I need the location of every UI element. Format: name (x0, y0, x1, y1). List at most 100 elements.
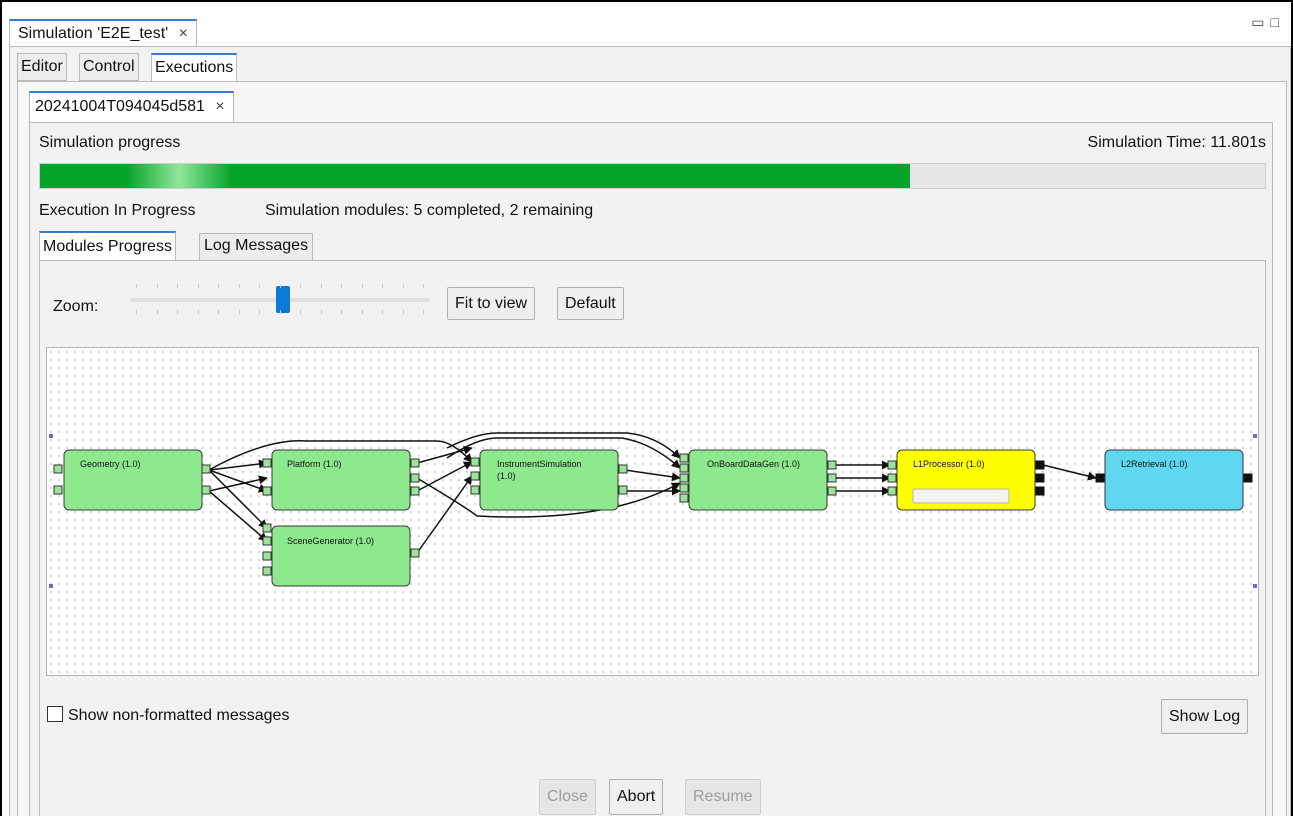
input-port[interactable] (262, 566, 272, 576)
zoom-tick (259, 310, 260, 314)
selection-handle[interactable] (1253, 434, 1257, 438)
input-port[interactable] (887, 473, 897, 483)
module-l2-retrieval[interactable]: L2Retrieval (1.0) (1095, 449, 1253, 511)
zoom-tick (136, 284, 137, 288)
zoom-slider[interactable] (130, 280, 430, 322)
modules-summary: Simulation modules: 5 completed, 2 remai… (265, 202, 594, 219)
module-onboard-data-gen-label: OnBoardDataGen (1.0) (707, 459, 800, 469)
input-port[interactable] (887, 460, 897, 470)
execution-tab[interactable]: 20241004T094045d581 × (29, 91, 234, 122)
tab-editor[interactable]: Editor (17, 53, 67, 81)
input-port[interactable] (1095, 473, 1105, 483)
tab-modules-progress[interactable]: Modules Progress (39, 231, 176, 261)
zoom-tick (177, 310, 178, 314)
zoom-tick (279, 284, 281, 288)
input-port[interactable] (887, 486, 897, 496)
zoom-tick (423, 310, 424, 314)
fit-to-view-button[interactable]: Fit to view (447, 287, 536, 320)
simulation-view-tab[interactable]: Simulation 'E2E_test' × (9, 19, 197, 47)
zoom-thumb[interactable] (276, 286, 290, 313)
zoom-tick (423, 284, 424, 288)
maximize-icon[interactable]: □ (1271, 14, 1285, 30)
module-instrument-simulation-version: (1.0) (497, 471, 516, 481)
progress-label: Simulation progress (39, 134, 181, 151)
input-port[interactable] (470, 485, 480, 495)
module-l1-processor[interactable]: L1Processor (1.0) (887, 449, 1045, 511)
module-geometry-label: Geometry (1.0) (80, 459, 141, 469)
output-port[interactable] (1035, 473, 1045, 483)
selection-handle[interactable] (49, 434, 53, 438)
zoom-tick (218, 310, 219, 314)
input-port[interactable] (679, 483, 689, 493)
show-non-formatted-checkbox[interactable] (47, 706, 63, 722)
output-port[interactable] (410, 473, 420, 483)
selection-handle[interactable] (1253, 584, 1257, 588)
zoom-tick (218, 284, 219, 288)
module-geometry[interactable]: Geometry (1.0) (53, 449, 211, 511)
output-port[interactable] (410, 548, 420, 558)
input-port[interactable] (53, 464, 63, 474)
resume-button[interactable]: Resume (685, 779, 761, 815)
module-box (271, 525, 411, 587)
show-log-button[interactable]: Show Log (1161, 699, 1249, 734)
execution-status: Execution In Progress (39, 202, 196, 219)
close-icon[interactable]: × (215, 98, 224, 115)
output-port[interactable] (827, 486, 837, 496)
module-diagram[interactable]: Geometry (1.0) Platform (1.0) SceneGener… (46, 347, 1259, 676)
abort-button[interactable]: Abort (609, 779, 664, 815)
input-port[interactable] (679, 493, 689, 503)
input-port[interactable] (262, 486, 272, 496)
module-scene-generator-label: SceneGenerator (1.0) (287, 536, 374, 546)
tab-control[interactable]: Control (79, 53, 139, 81)
tab-log-messages[interactable]: Log Messages (199, 233, 314, 261)
input-port[interactable] (53, 485, 63, 495)
input-port[interactable] (262, 536, 272, 546)
zoom-tick (197, 284, 199, 288)
module-onboard-data-gen[interactable]: OnBoardDataGen (1.0) (679, 449, 837, 511)
input-port[interactable] (470, 457, 480, 467)
output-port[interactable] (410, 458, 420, 468)
zoom-tick (238, 310, 240, 314)
module-platform[interactable]: Platform (1.0) (262, 449, 420, 511)
tab-executions[interactable]: Executions (151, 53, 238, 81)
module-l1-processor-label: L1Processor (1.0) (913, 459, 985, 469)
minimize-icon[interactable]: ▭ (1251, 14, 1270, 30)
connection-line (624, 469, 681, 482)
input-port[interactable] (262, 523, 272, 533)
output-port[interactable] (410, 486, 420, 496)
zoom-label: Zoom: (53, 298, 99, 315)
module-instrument-simulation[interactable]: InstrumentSimulation (1.0) (470, 449, 628, 511)
zoom-tick (341, 284, 342, 288)
output-port[interactable] (1035, 460, 1045, 470)
zoom-tick (402, 284, 404, 288)
output-port[interactable] (201, 464, 211, 474)
default-zoom-button[interactable]: Default (557, 287, 624, 320)
zoom-tick (156, 284, 158, 288)
output-port[interactable] (1243, 473, 1253, 483)
input-port[interactable] (679, 453, 689, 463)
zoom-tick (259, 284, 260, 288)
output-port[interactable] (201, 485, 211, 495)
zoom-tick (361, 284, 363, 288)
module-progress-bar (912, 488, 1010, 504)
zoom-tick (320, 284, 322, 288)
input-port[interactable] (679, 473, 689, 483)
output-port[interactable] (827, 473, 837, 483)
close-button[interactable]: Close (539, 779, 596, 815)
module-diagram-canvas: Geometry (1.0) Platform (1.0) SceneGener… (49, 432, 1257, 588)
zoom-tick (300, 310, 301, 314)
output-port[interactable] (827, 460, 837, 470)
input-port[interactable] (470, 471, 480, 481)
close-icon[interactable]: × (179, 25, 188, 42)
input-port[interactable] (679, 463, 689, 473)
output-port[interactable] (618, 464, 628, 474)
output-port[interactable] (1035, 486, 1045, 496)
input-port[interactable] (262, 458, 272, 468)
input-port[interactable] (262, 551, 272, 561)
zoom-tick (402, 310, 404, 314)
show-non-formatted-row[interactable]: Show non-formatted messages (47, 706, 289, 725)
progress-bar (39, 163, 1266, 189)
module-scene-generator[interactable]: SceneGenerator (1.0) (262, 523, 420, 587)
output-port[interactable] (618, 485, 628, 495)
selection-handle[interactable] (49, 584, 53, 588)
